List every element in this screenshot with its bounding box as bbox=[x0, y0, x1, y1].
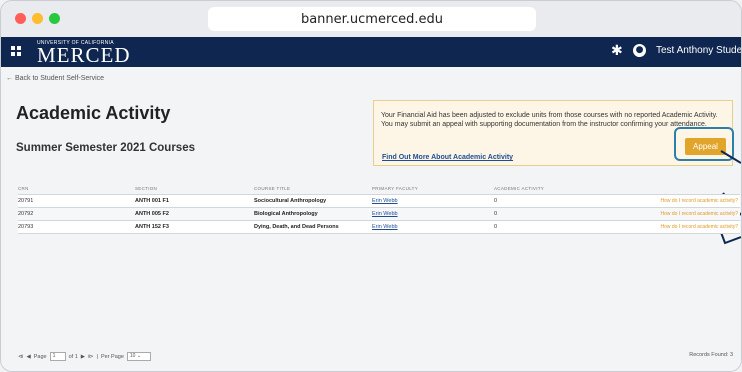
table-row: 20793 ANTH 152 F3 Dying, Death, and Dead… bbox=[18, 221, 740, 234]
column-header-crn[interactable]: CRN bbox=[18, 186, 135, 191]
column-header-section[interactable]: SECTION bbox=[135, 186, 254, 191]
course-title-cell: Biological Anthropology bbox=[254, 211, 318, 217]
main-content: ← Back to Student Self-Service Academic … bbox=[1, 67, 741, 371]
courses-table: CRN SECTION COURSE TITLE PRIMARY FACULTY… bbox=[18, 182, 740, 234]
faculty-link[interactable]: Erin Webb bbox=[372, 211, 494, 217]
per-page-select[interactable]: 10 ⌄ bbox=[126, 352, 151, 361]
user-icon[interactable]: ● bbox=[633, 44, 646, 57]
browser-chrome: banner.ucmerced.edu bbox=[1, 1, 741, 37]
column-header-primary-faculty[interactable]: PRIMARY FACULTY bbox=[372, 186, 494, 191]
section-cell: ANTH 152 F3 bbox=[135, 224, 169, 230]
table-row: 20791 ANTH 001 F1 Sociocultural Anthropo… bbox=[18, 195, 740, 208]
faculty-link[interactable]: Erin Webb bbox=[372, 224, 494, 230]
crn-cell: 20792 bbox=[18, 211, 34, 217]
pager-divider: | bbox=[96, 353, 98, 360]
activity-cell: 0 bbox=[494, 211, 498, 217]
chevron-down-icon: ⌄ bbox=[136, 353, 142, 359]
gear-icon[interactable]: ✱ bbox=[611, 43, 623, 59]
column-header-course-title[interactable]: COURSE TITLE bbox=[254, 186, 372, 191]
minimize-window-button[interactable] bbox=[32, 13, 43, 24]
page-label: Page bbox=[33, 353, 47, 360]
logo[interactable]: MERCED bbox=[37, 44, 131, 66]
per-page-label: Per Page bbox=[100, 353, 124, 360]
per-page-value: 10 bbox=[129, 353, 136, 359]
table-header: CRN SECTION COURSE TITLE PRIMARY FACULTY… bbox=[18, 182, 740, 195]
close-window-button[interactable] bbox=[15, 13, 26, 24]
crn-cell: 20793 bbox=[18, 224, 34, 230]
help-link[interactable]: How do I record academic activity? bbox=[612, 224, 738, 230]
activity-cell: 0 bbox=[494, 224, 498, 230]
app-menu-icon[interactable] bbox=[11, 46, 21, 56]
faculty-link[interactable]: Erin Webb bbox=[372, 198, 494, 204]
browser-window: banner.ucmerced.edu UNIVERSITY OF CALIFO… bbox=[0, 0, 742, 372]
maximize-window-button[interactable] bbox=[49, 13, 60, 24]
next-page-icon[interactable]: ▶ bbox=[81, 354, 85, 360]
activity-cell: 0 bbox=[494, 198, 498, 204]
table-row: 20792 ANTH 005 F2 Biological Anthropolog… bbox=[18, 208, 740, 221]
last-page-icon[interactable]: ⧐ bbox=[88, 354, 94, 360]
user-name[interactable]: Test Anthony Student bbox=[656, 45, 741, 56]
course-title-cell: Dying, Death, and Dead Persons bbox=[254, 224, 339, 230]
pagination: ⧏ ◀ Page 1 of 1 ▶ ⧐ | Per Page 10 ⌄ bbox=[18, 352, 151, 361]
section-cell: ANTH 001 F1 bbox=[135, 198, 169, 204]
section-cell: ANTH 005 F2 bbox=[135, 211, 169, 217]
address-bar[interactable]: banner.ucmerced.edu bbox=[208, 7, 536, 31]
course-title-cell: Sociocultural Anthropology bbox=[254, 198, 327, 204]
crn-cell: 20791 bbox=[18, 198, 34, 204]
help-link[interactable]: How do I record academic activity? bbox=[612, 198, 738, 204]
help-link[interactable]: How do I record academic activity? bbox=[612, 211, 738, 217]
first-page-icon[interactable]: ⧏ bbox=[18, 354, 24, 360]
column-header-academic-activity[interactable]: ACADEMIC ACTIVITY bbox=[494, 186, 612, 191]
page-count: of 1 bbox=[68, 353, 78, 360]
top-navbar: UNIVERSITY OF CALIFORNIA MERCED ✱ ● Test… bbox=[1, 37, 741, 67]
prev-page-icon[interactable]: ◀ bbox=[27, 354, 31, 360]
records-found: Records Found: 3 bbox=[689, 352, 733, 358]
page-number-input[interactable]: 1 bbox=[49, 352, 66, 361]
